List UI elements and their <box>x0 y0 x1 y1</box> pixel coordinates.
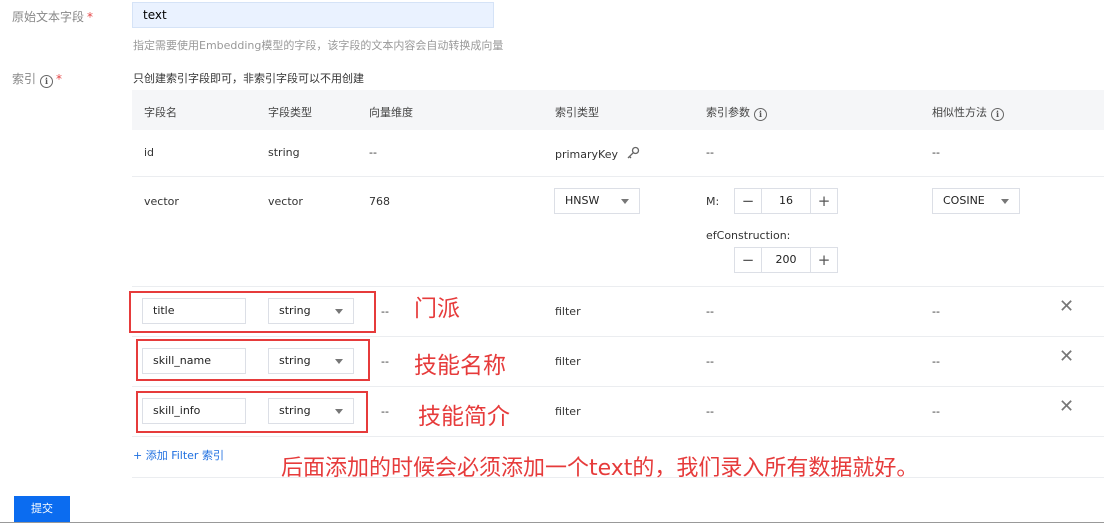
header-field-type: 字段类型 <box>268 106 312 119</box>
row-id-dim: -- <box>369 146 377 159</box>
filter-similarity: -- <box>932 405 940 418</box>
row-divider <box>132 336 1104 337</box>
key-icon <box>627 146 639 159</box>
annotation-box-title <box>129 291 376 333</box>
filter-similarity: -- <box>932 305 940 318</box>
info-icon[interactable]: i <box>40 75 54 88</box>
row-divider <box>132 386 1104 387</box>
header-index-params: 索引参数 i <box>706 104 767 121</box>
row-id-name: id <box>144 146 155 159</box>
filter-index-type: filter <box>555 305 581 318</box>
row-vector-dim: 768 <box>369 195 390 208</box>
source-field-hint: 指定需要使用Embedding模型的字段，该字段的文本内容会自动转换成向量 <box>133 39 504 52</box>
decrement-button[interactable]: − <box>735 189 761 213</box>
row-divider <box>132 436 1104 437</box>
increment-button[interactable]: + <box>811 189 837 213</box>
row-divider <box>132 176 1104 177</box>
source-field-input[interactable]: text <box>132 2 494 28</box>
row-id-index-type: primaryKey <box>555 146 640 161</box>
bottom-divider <box>0 522 1104 523</box>
filter-params: -- <box>706 405 714 418</box>
filter-params: -- <box>706 305 714 318</box>
index-type-select[interactable]: HNSW <box>554 188 640 214</box>
filter-dim: -- <box>381 305 389 318</box>
source-field-label: 原始文本字段 * <box>12 10 94 24</box>
info-icon[interactable]: i <box>754 108 767 121</box>
filter-dim: -- <box>381 355 389 368</box>
header-index-type: 索引类型 <box>555 106 599 119</box>
annotation-title: 门派 <box>414 296 460 322</box>
filter-index-type: filter <box>555 405 581 418</box>
submit-button[interactable]: 提交 <box>14 496 70 522</box>
param-m-label: M: <box>706 195 720 208</box>
param-ef-label: efConstruction: <box>706 229 791 242</box>
remove-row-close-icon[interactable]: ✕ <box>1059 298 1074 316</box>
annotation-skill-name: 技能名称 <box>414 353 506 379</box>
filter-similarity: -- <box>932 355 940 368</box>
row-divider <box>132 286 1104 287</box>
remove-row-close-icon[interactable]: ✕ <box>1059 398 1074 416</box>
filter-params: -- <box>706 355 714 368</box>
row-vector-name: vector <box>144 195 179 208</box>
similarity-select[interactable]: COSINE <box>932 188 1020 214</box>
param-ef-stepper[interactable]: − 200 + <box>734 247 838 273</box>
row-id-params: -- <box>706 146 714 159</box>
header-vector-dim: 向量维度 <box>369 106 413 119</box>
annotation-skill-info: 技能简介 <box>418 404 510 430</box>
chevron-down-icon <box>1001 199 1009 204</box>
index-hint: 只创建索引字段即可，非索引字段可以不用创建 <box>133 72 364 85</box>
annotation-note: 后面添加的时候会必须添加一个text的，我们录入所有数据就好。 <box>281 456 919 481</box>
increment-button[interactable]: + <box>811 248 837 272</box>
info-icon[interactable]: i <box>991 108 1004 121</box>
row-id-type: string <box>268 146 300 159</box>
annotation-box-skill-info <box>136 391 368 433</box>
param-m-value[interactable]: 16 <box>761 189 811 213</box>
remove-row-close-icon[interactable]: ✕ <box>1059 348 1074 366</box>
filter-index-type: filter <box>555 355 581 368</box>
add-filter-index-link[interactable]: + 添加 Filter 索引 <box>133 447 224 463</box>
param-ef-value[interactable]: 200 <box>761 248 811 272</box>
annotation-box-skill-name <box>136 339 370 381</box>
row-id-similarity: -- <box>932 146 940 159</box>
header-similarity: 相似性方法 i <box>932 104 1004 121</box>
param-m-stepper[interactable]: − 16 + <box>734 188 838 214</box>
index-label: 索引 i * <box>12 72 63 88</box>
decrement-button[interactable]: − <box>735 248 761 272</box>
row-vector-type: vector <box>268 195 303 208</box>
header-field-name: 字段名 <box>144 106 177 119</box>
filter-dim: -- <box>381 405 389 418</box>
chevron-down-icon <box>621 199 629 204</box>
